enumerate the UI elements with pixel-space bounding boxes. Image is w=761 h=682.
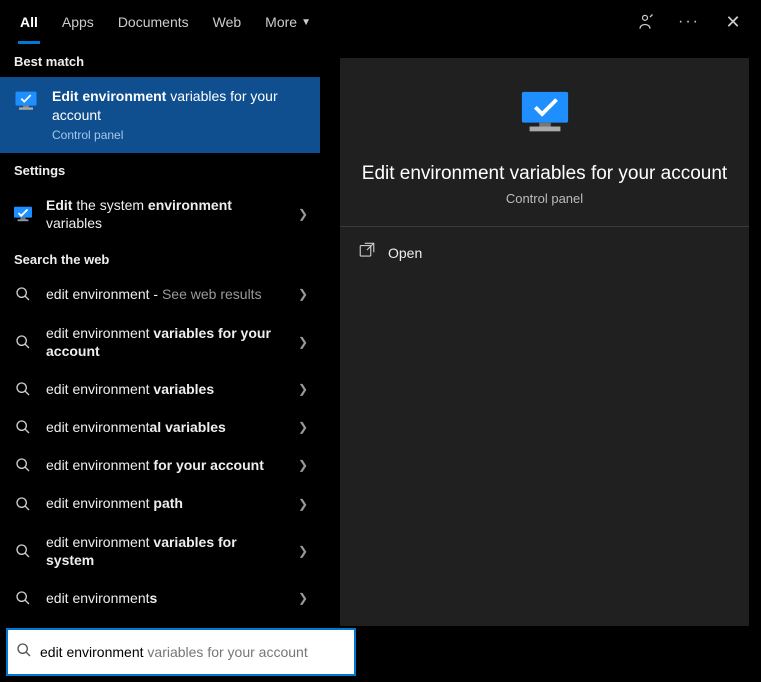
web-result-label: edit environment variables	[46, 380, 286, 398]
search-icon	[12, 286, 34, 302]
settings-item[interactable]: Edit the system environment variables ❯	[0, 186, 320, 242]
search-icon	[12, 381, 34, 397]
web-result-item[interactable]: edit environment variables for system ❯	[0, 523, 320, 579]
search-icon	[12, 543, 34, 559]
results-pane: Best match Edit environment variables fo…	[0, 44, 320, 626]
open-action[interactable]: Open	[340, 227, 749, 278]
close-icon[interactable]: ✕	[713, 2, 753, 42]
tab-label: Web	[213, 14, 242, 30]
search-icon	[12, 419, 34, 435]
web-result-label: edit environment path	[46, 494, 286, 512]
chevron-down-icon: ▼	[301, 17, 311, 28]
best-match-subtitle: Control panel	[52, 127, 308, 143]
tab-label: All	[20, 14, 38, 30]
web-result-item[interactable]: edit environment - See web results ❯	[0, 275, 320, 313]
chevron-right-icon: ❯	[298, 420, 308, 434]
tab-more[interactable]: More ▼	[253, 0, 323, 44]
tab-documents[interactable]: Documents	[106, 0, 201, 44]
top-tabs: All Apps Documents Web More ▼ ··· ✕	[0, 0, 761, 44]
chevron-right-icon: ❯	[298, 591, 308, 605]
search-text: edit environment variables for your acco…	[40, 644, 308, 660]
tab-all[interactable]: All	[8, 0, 50, 44]
search-input[interactable]: edit environment variables for your acco…	[6, 628, 356, 676]
chevron-right-icon: ❯	[298, 335, 308, 349]
web-result-label: edit environment variables for system	[46, 533, 286, 569]
web-result-item[interactable]: edit environment path ❯	[0, 484, 320, 522]
preview-subtitle: Control panel	[506, 191, 583, 206]
web-result-item[interactable]: edit environments ❯	[0, 579, 320, 617]
tab-label: Documents	[118, 14, 189, 30]
search-icon	[12, 590, 34, 606]
web-result-item[interactable]: edit environment for your account ❯	[0, 446, 320, 484]
feedback-icon[interactable]	[625, 2, 665, 42]
section-search-web: Search the web	[0, 242, 320, 275]
web-result-item[interactable]: edit environment variables for your acco…	[0, 314, 320, 370]
search-icon	[16, 642, 32, 663]
tab-apps[interactable]: Apps	[50, 0, 106, 44]
web-result-label: edit environment for your account	[46, 456, 286, 474]
search-icon	[12, 496, 34, 512]
search-icon	[12, 457, 34, 473]
section-settings: Settings	[0, 153, 320, 186]
chevron-right-icon: ❯	[298, 458, 308, 472]
settings-item-label: Edit the system environment variables	[46, 196, 286, 232]
monitor-check-icon	[514, 88, 576, 145]
search-icon	[12, 334, 34, 350]
preview-pane: Edit environment variables for your acco…	[340, 58, 749, 626]
more-options-icon[interactable]: ···	[669, 2, 709, 42]
tab-label: Apps	[62, 14, 94, 30]
chevron-right-icon: ❯	[298, 544, 308, 558]
monitor-icon	[12, 205, 34, 223]
web-result-item[interactable]: edit environment variables ❯	[0, 370, 320, 408]
preview-title: Edit environment variables for your acco…	[362, 163, 727, 185]
web-result-label: edit environments	[46, 589, 286, 607]
chevron-right-icon: ❯	[298, 382, 308, 396]
tab-web[interactable]: Web	[201, 0, 254, 44]
web-result-label: edit environment variables for your acco…	[46, 324, 286, 360]
web-result-item[interactable]: edit environmental variables ❯	[0, 408, 320, 446]
chevron-right-icon: ❯	[298, 207, 308, 221]
open-label: Open	[388, 245, 422, 261]
open-icon	[358, 241, 376, 264]
web-result-label: edit environmental variables	[46, 418, 286, 436]
section-best-match: Best match	[0, 44, 320, 77]
monitor-check-icon	[12, 87, 40, 120]
tab-label: More	[265, 14, 297, 30]
chevron-right-icon: ❯	[298, 497, 308, 511]
web-result-label: edit environment - See web results	[46, 285, 286, 303]
best-match-title: Edit environment variables for your acco…	[52, 87, 308, 125]
chevron-right-icon: ❯	[298, 287, 308, 301]
best-match-item[interactable]: Edit environment variables for your acco…	[0, 77, 320, 153]
